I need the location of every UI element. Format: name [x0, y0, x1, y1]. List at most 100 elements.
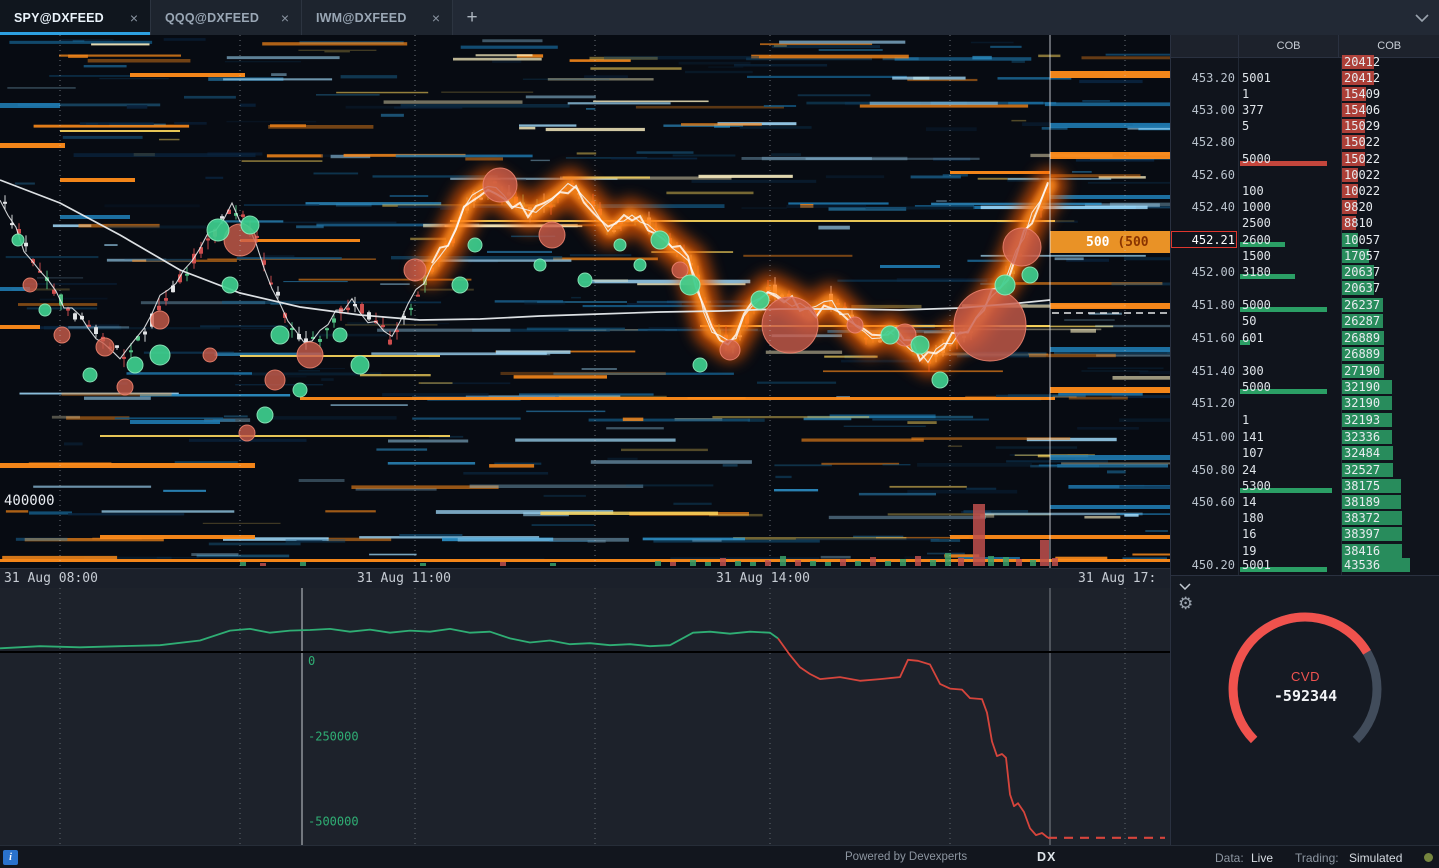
dom-row[interactable]: 5000 15022 — [1171, 151, 1439, 167]
dom-cum: 32336 — [1344, 430, 1381, 444]
dom-row[interactable]: 452.40 1000 9820 — [1171, 199, 1439, 215]
dom-cum: 10022 — [1344, 168, 1381, 182]
dom-price: 450.80 — [1191, 463, 1235, 477]
dom-row[interactable]: 1500 17057 — [1171, 248, 1439, 264]
time-axis-label: 31 Aug 08:00 — [4, 571, 98, 586]
dom-cum: 15022 — [1344, 135, 1381, 149]
close-icon[interactable]: × — [422, 11, 440, 25]
tab-spy-dxfeed[interactable]: SPY@DXFEED × — [0, 0, 151, 35]
dom-size: 107 — [1242, 446, 1264, 460]
dom-row[interactable]: 16 38397 — [1171, 526, 1439, 542]
dom-ladder: COB COB 20412 453.20 5001 20412 1 15409 453.00… — [1170, 35, 1439, 575]
dom-row[interactable]: 450.20 5001 43536 — [1171, 557, 1439, 573]
dom-cum: 15029 — [1344, 119, 1381, 133]
dom-price: 453.00 — [1191, 103, 1235, 117]
dom-row[interactable]: 5 15029 — [1171, 118, 1439, 134]
dom-size: 5300 — [1242, 479, 1271, 493]
dom-cum: 38397 — [1344, 527, 1381, 541]
time-axis[interactable]: 31 Aug 08:00 31 Aug 11:00 31 Aug 14:00 31 A… — [0, 568, 1170, 588]
dom-cum: 38189 — [1344, 495, 1381, 509]
dom-row[interactable]: 452.00 3180 20637 — [1171, 264, 1439, 280]
dom-cum: 15022 — [1344, 152, 1381, 166]
dom-row[interactable]: 453.20 5001 20412 — [1171, 70, 1439, 86]
tab-qqq-dxfeed[interactable]: QQQ@DXFEED × — [151, 0, 302, 35]
dom-price: 451.60 — [1191, 331, 1235, 345]
chevron-down-icon[interactable] — [1179, 577, 1191, 595]
dom-row[interactable]: 26889 — [1171, 346, 1439, 362]
dom-row[interactable]: 1 32193 — [1171, 412, 1439, 428]
dom-cum: 26889 — [1344, 331, 1381, 345]
dom-cum: 26889 — [1344, 347, 1381, 361]
dom-size: 5001 — [1242, 558, 1271, 572]
dom-size: 2500 — [1242, 216, 1271, 230]
svg-text:0: 0 — [308, 654, 315, 668]
dom-cum: 38372 — [1344, 511, 1381, 525]
gear-icon[interactable]: ⚙ — [1178, 594, 1193, 614]
dom-row[interactable]: 5300 38175 — [1171, 478, 1439, 494]
gauge-label: CVD — [1291, 669, 1320, 684]
time-axis-label: 31 Aug 11:00 — [357, 571, 451, 586]
chevron-down-icon[interactable] — [1415, 0, 1429, 35]
dom-body[interactable]: 20412 453.20 5001 20412 1 15409 453.00 377 15406… — [1171, 55, 1439, 575]
data-status-label: Data: — [1215, 851, 1244, 865]
dom-cum: 15409 — [1344, 87, 1381, 101]
dom-row[interactable]: 107 32484 — [1171, 445, 1439, 461]
dom-size: 377 — [1242, 103, 1264, 117]
dom-row[interactable]: 450.60 14 38189 — [1171, 494, 1439, 510]
dom-price: 451.00 — [1191, 430, 1235, 444]
dom-cum: 10057 — [1344, 233, 1381, 247]
dom-cum: 32527 — [1344, 463, 1381, 477]
dom-row[interactable]: 453.00 377 15406 — [1171, 102, 1439, 118]
dom-row[interactable]: 451.80 5000 26237 — [1171, 297, 1439, 313]
dom-cum: 38175 — [1344, 479, 1381, 493]
dom-cum: 26287 — [1344, 314, 1381, 328]
add-tab-button[interactable]: + — [453, 0, 491, 35]
dom-price: 452.40 — [1191, 200, 1235, 214]
dom-price: 451.20 — [1191, 396, 1235, 410]
cvd-panel[interactable]: 0 -250000 -500000 — [0, 588, 1170, 845]
dom-row[interactable]: 452.21 2600 10057 — [1171, 231, 1439, 248]
dom-size: 601 — [1242, 331, 1264, 345]
dom-size: 3180 — [1242, 265, 1271, 279]
dom-row[interactable]: 1 15409 — [1171, 86, 1439, 102]
dom-row[interactable]: 452.60 10022 — [1171, 167, 1439, 183]
dom-row[interactable]: 20637 — [1171, 280, 1439, 296]
trading-app: SPY@DXFEED × QQQ@DXFEED × IWM@DXFEED × +… — [0, 0, 1439, 868]
dom-size: 1000 — [1242, 200, 1271, 214]
dom-cum: 27190 — [1344, 364, 1381, 378]
dom-row[interactable]: 450.80 24 32527 — [1171, 462, 1439, 478]
dom-cum: 9820 — [1344, 200, 1373, 214]
close-icon[interactable]: × — [271, 11, 289, 25]
svg-text:-500000: -500000 — [308, 814, 359, 828]
dom-price: 450.60 — [1191, 495, 1235, 509]
dom-row[interactable]: 180 38372 — [1171, 510, 1439, 526]
tab-iwm-dxfeed[interactable]: IWM@DXFEED × — [302, 0, 453, 35]
close-icon[interactable]: × — [120, 11, 138, 25]
dom-cum: 20412 — [1344, 71, 1381, 85]
dom-row[interactable]: 100 10022 — [1171, 183, 1439, 199]
heatmap-chart[interactable]: 500 (500 400000 — [0, 35, 1170, 568]
dom-cum: 10022 — [1344, 184, 1381, 198]
dom-size: 1500 — [1242, 249, 1271, 263]
dom-cum: 32193 — [1344, 413, 1381, 427]
dom-row[interactable]: 452.80 15022 — [1171, 134, 1439, 150]
dom-price: 452.60 — [1191, 168, 1235, 182]
dom-row[interactable]: 50 26287 — [1171, 313, 1439, 329]
dom-size: 100 — [1242, 184, 1264, 198]
dom-cum: 20412 — [1344, 55, 1381, 69]
dom-row[interactable]: 451.40 300 27190 — [1171, 363, 1439, 379]
dom-price: 450.20 — [1191, 558, 1235, 572]
dom-row[interactable]: 20412 — [1171, 54, 1439, 70]
trading-status-value: Simulated — [1349, 851, 1403, 865]
dom-row[interactable]: 451.20 32190 — [1171, 395, 1439, 411]
dom-row[interactable]: 5000 32190 — [1171, 379, 1439, 395]
dom-row[interactable]: 2500 8810 — [1171, 215, 1439, 231]
info-icon[interactable]: i — [3, 850, 18, 865]
time-axis-label: 31 Aug 14:00 — [716, 571, 810, 586]
cvd-gauge-panel: ⚙ CVD -592344 — [1170, 575, 1439, 845]
dom-row[interactable]: 451.60 601 26889 — [1171, 330, 1439, 346]
dom-cum: 15406 — [1344, 103, 1381, 117]
dom-size: 50 — [1242, 314, 1257, 328]
svg-text:400000: 400000 — [4, 493, 55, 509]
dom-row[interactable]: 451.00 141 32336 — [1171, 429, 1439, 445]
